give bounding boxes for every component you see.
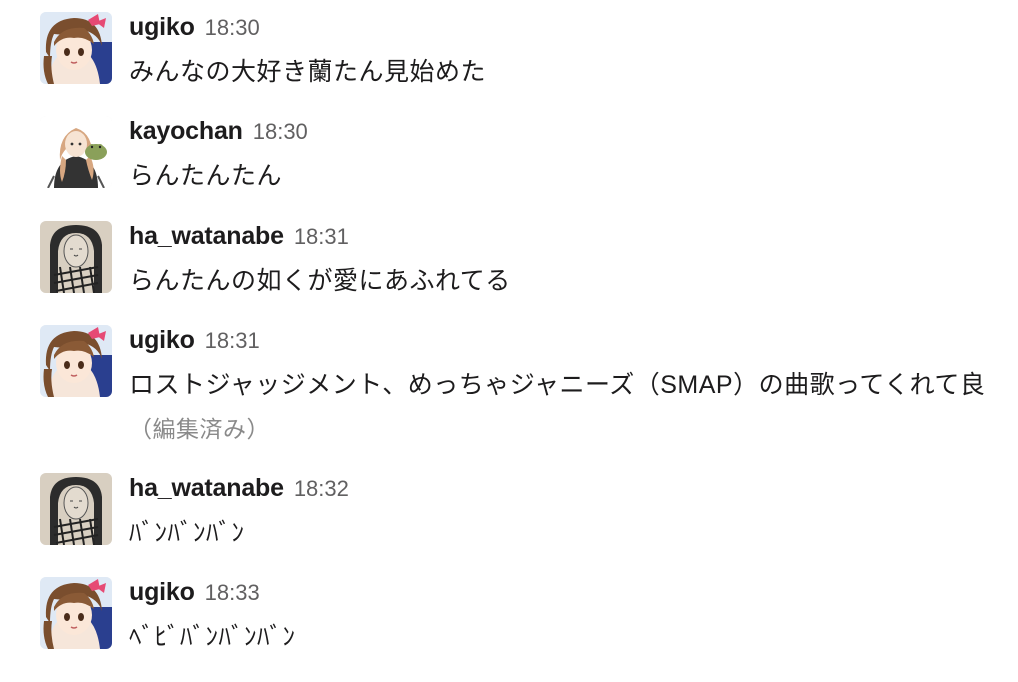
avatar-kayochan[interactable]: [40, 116, 112, 188]
message-text: ロストジャッジメント、めっちゃジャニーズ（SMAP）の曲歌ってくれて良 （編集済み…: [129, 363, 988, 451]
username[interactable]: ugiko: [129, 326, 195, 354]
message-header: ha_watanabe 18:32: [129, 473, 988, 503]
bald-figure-sketch-avatar-icon: [40, 221, 112, 293]
avatar-ha-watanabe[interactable]: [40, 473, 112, 545]
message-text: ﾊﾞﾝﾊﾞﾝﾊﾞﾝ: [129, 511, 988, 555]
message-body: らんたんたん: [129, 162, 283, 190]
message-text: らんたんの如くが愛にあふれてる: [129, 259, 988, 303]
message-content: ha_watanabe 18:31 らんたんの如くが愛にあふれてる: [129, 221, 988, 303]
timestamp[interactable]: 18:30: [253, 119, 308, 144]
anime-girl-avatar-icon: [40, 325, 112, 397]
message-header: ha_watanabe 18:31: [129, 221, 988, 251]
message-content: kayochan 18:30 らんたんたん: [129, 116, 988, 198]
avatar-ugiko[interactable]: [40, 12, 112, 84]
message-header: ugiko 18:31: [129, 325, 988, 355]
timestamp[interactable]: 18:33: [205, 580, 260, 605]
edited-label: （編集済み）: [129, 416, 270, 442]
timestamp[interactable]: 18:30: [205, 15, 260, 40]
avatar-ugiko[interactable]: [40, 325, 112, 397]
message-body: らんたんの如くが愛にあふれてる: [129, 267, 511, 295]
message-body: ﾍﾞﾋﾞﾊﾞﾝﾊﾞﾝﾊﾞﾝ: [129, 623, 296, 651]
message-text: みんなの大好き蘭たん見始めた: [129, 50, 988, 94]
username[interactable]: ha_watanabe: [129, 474, 284, 502]
timestamp[interactable]: 18:31: [205, 328, 260, 353]
avatar-ha-watanabe[interactable]: [40, 221, 112, 293]
message-body: ﾊﾞﾝﾊﾞﾝﾊﾞﾝ: [129, 519, 245, 547]
timestamp[interactable]: 18:32: [294, 476, 349, 501]
message-body: みんなの大好き蘭たん見始めた: [129, 58, 487, 86]
avatar-ugiko[interactable]: [40, 577, 112, 649]
message-content: ha_watanabe 18:32 ﾊﾞﾝﾊﾞﾝﾊﾞﾝ: [129, 473, 988, 555]
message-content: ugiko 18:33 ﾍﾞﾋﾞﾊﾞﾝﾊﾞﾝﾊﾞﾝ: [129, 577, 988, 659]
message-text: ﾍﾞﾋﾞﾊﾞﾝﾊﾞﾝﾊﾞﾝ: [129, 615, 988, 659]
message-header: kayochan 18:30: [129, 116, 988, 146]
message-body: ロストジャッジメント、めっちゃジャニーズ（SMAP）の曲歌ってくれて良: [129, 371, 986, 399]
username[interactable]: kayochan: [129, 117, 243, 145]
username[interactable]: ha_watanabe: [129, 222, 284, 250]
timestamp[interactable]: 18:31: [294, 224, 349, 249]
bald-figure-sketch-avatar-icon: [40, 473, 112, 545]
message-content: ugiko 18:30 みんなの大好き蘭たん見始めた: [129, 12, 988, 94]
girl-with-frog-avatar-icon: [40, 116, 112, 188]
message-content: ugiko 18:31 ロストジャッジメント、めっちゃジャニーズ（SMAP）の曲歌…: [129, 325, 988, 451]
message-text: らんたんたん: [129, 154, 988, 198]
anime-girl-avatar-icon: [40, 12, 112, 84]
anime-girl-avatar-icon: [40, 577, 112, 649]
username[interactable]: ugiko: [129, 13, 195, 41]
message-header: ugiko 18:33: [129, 577, 988, 607]
message-header: ugiko 18:30: [129, 12, 988, 42]
username[interactable]: ugiko: [129, 578, 195, 606]
